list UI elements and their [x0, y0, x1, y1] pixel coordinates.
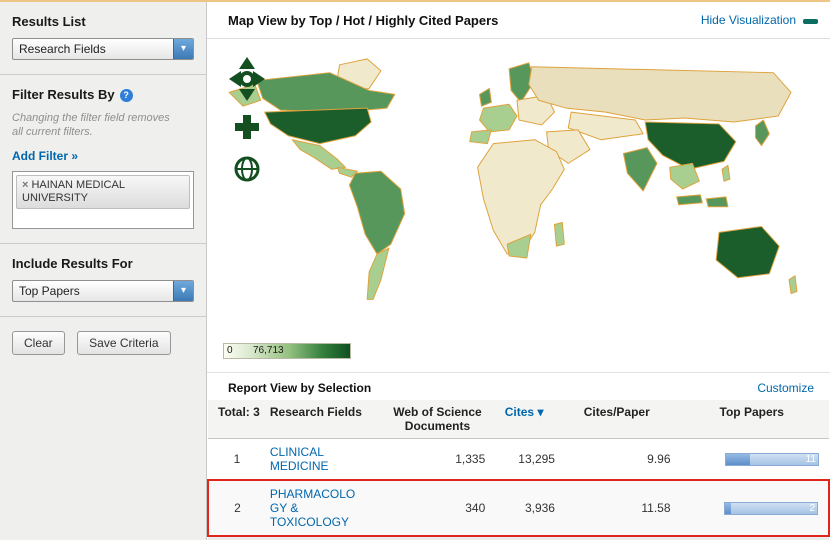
total-count-label: Total: 3 — [208, 400, 266, 439]
sidebar: Results List Research Fields ▾ Filter Re… — [0, 2, 207, 540]
filter-tag-label: HAINAN MEDICAL UNIVERSITY — [22, 179, 125, 205]
map-region-south-america-south[interactable] — [366, 247, 390, 300]
hide-visualization-link[interactable]: Hide Visualization — [701, 13, 796, 27]
map-region-western-europe[interactable] — [479, 103, 518, 133]
pan-center-icon — [239, 71, 255, 87]
map-area — [207, 39, 830, 339]
help-icon[interactable]: ? — [119, 89, 133, 103]
customize-link[interactable]: Customize — [757, 381, 814, 395]
map-region-philippines[interactable] — [721, 164, 731, 182]
column-cites-label: Cites — [504, 405, 535, 419]
docs-value: 340 — [385, 479, 490, 537]
add-filter-link[interactable]: Add Filter » — [12, 149, 78, 163]
row-rank: 2 — [207, 479, 266, 537]
top-papers-bar: 2 — [724, 501, 818, 515]
sort-arrow-icon: ▾ — [537, 405, 544, 419]
include-heading: Include Results For — [12, 256, 133, 272]
map-region-indonesia-east[interactable] — [705, 196, 729, 208]
include-dropdown-value: Top Papers — [19, 284, 80, 299]
report-header: Report View by Selection Customize — [207, 372, 830, 398]
row-rank: 0 — [208, 536, 266, 540]
map-region-south-america-north[interactable] — [348, 170, 406, 255]
map-header: Map View by Top / Hot / Highly Cited Pap… — [207, 2, 830, 39]
sidebar-buttons: Clear Save Criteria — [0, 317, 206, 369]
collapse-minus-icon[interactable] — [803, 19, 818, 24]
cites-value: 39,425 — [489, 536, 559, 540]
column-cites-sortable[interactable]: Cites ▾ — [489, 400, 559, 439]
save-criteria-button[interactable]: Save Criteria — [77, 331, 171, 356]
cites-per-paper-value: 9.96 — [558, 438, 675, 481]
cites-value: 13,295 — [489, 438, 559, 481]
results-list-heading: Results List — [12, 14, 86, 29]
docs-value: 3,853 — [385, 536, 490, 540]
cites-value: 3,936 — [489, 479, 559, 537]
main-panel: Map View by Top / Hot / Highly Cited Pap… — [207, 2, 830, 540]
docs-value: 1,335 — [385, 438, 490, 481]
filter-heading-label: Filter Results By — [12, 87, 115, 102]
map-region-africa[interactable] — [477, 139, 565, 255]
column-wos-documents: Web of Science Documents — [385, 400, 490, 439]
map-region-china[interactable] — [644, 121, 737, 170]
map-region-japan[interactable] — [755, 119, 770, 147]
globe-reset-icon — [234, 156, 260, 182]
map-title: Map View by Top / Hot / Highly Cited Pap… — [228, 13, 499, 28]
top-papers-bar-fill — [725, 502, 732, 514]
column-top-papers: Top Papers — [674, 400, 829, 439]
map-controls[interactable] — [229, 57, 265, 189]
table-row-highlighted: 2 PHARMACOLOGY & TOXICOLOGY 340 3,936 11… — [207, 479, 830, 537]
map-legend: 0 76,713 — [223, 343, 351, 359]
column-research-fields: Research Fields — [265, 400, 386, 439]
zoom-in-icon — [235, 115, 259, 139]
results-list-dropdown-value: Research Fields — [19, 42, 106, 56]
table-header-row: Total: 3 Research Fields Web of Science … — [208, 400, 829, 439]
table-row: 1 CLINICAL MEDICINE 1,335 13,295 9.96 11 — [208, 438, 829, 481]
legend-min-label: 0 — [227, 345, 233, 356]
chevron-down-icon[interactable]: ▾ — [173, 39, 193, 59]
results-list-section: Results List Research Fields ▾ — [0, 2, 206, 75]
clear-button[interactable]: Clear — [12, 331, 65, 356]
map-region-usa[interactable] — [264, 107, 372, 145]
filter-section: Filter Results By? Changing the filter f… — [0, 75, 206, 245]
row-rank: 1 — [208, 438, 266, 481]
filter-tag[interactable]: × HAINAN MEDICAL UNIVERSITY — [16, 175, 190, 210]
remove-filter-icon[interactable]: × — [22, 179, 28, 191]
field-link[interactable]: PHARMACOLOGY & TOXICOLOGY — [270, 487, 364, 529]
map-region-indonesia-west[interactable] — [676, 194, 703, 206]
legend-max-label: 76,713 — [253, 345, 284, 356]
filter-heading: Filter Results By? — [12, 87, 194, 103]
column-cites-per-paper: Cites/Paper — [558, 400, 675, 439]
table-row: 0 ALL FIELDS 3,853 39,425 10.23 42 — [208, 536, 829, 540]
map-region-uk[interactable] — [479, 87, 492, 107]
report-title: Report View by Selection — [228, 381, 372, 395]
world-map[interactable] — [217, 51, 817, 327]
map-region-india[interactable] — [622, 147, 658, 192]
top-papers-count: 11 — [805, 453, 816, 465]
esi-page: Results List Research Fields ▾ Filter Re… — [0, 0, 830, 540]
field-link[interactable]: CLINICAL MEDICINE — [270, 445, 364, 473]
map-region-australia[interactable] — [715, 225, 780, 279]
results-list-dropdown[interactable]: Research Fields ▾ — [12, 38, 194, 60]
map-region-madagascar[interactable] — [553, 222, 565, 247]
filter-note: Changing the filter field removes all cu… — [12, 112, 170, 139]
top-papers-bar-fill — [726, 453, 750, 465]
chevron-down-icon[interactable]: ▾ — [173, 281, 193, 302]
pan-control-icon — [229, 57, 265, 101]
map-region-mexico[interactable] — [291, 139, 346, 170]
include-dropdown[interactable]: Top Papers ▾ — [12, 280, 194, 303]
filter-box: × HAINAN MEDICAL UNIVERSITY — [12, 171, 194, 230]
cites-per-paper-value: 11.58 — [558, 479, 675, 537]
top-papers-count: 2 — [809, 502, 815, 514]
cites-per-paper-value: 10.23 — [558, 536, 675, 540]
map-region-russia[interactable] — [528, 66, 792, 123]
report-table: Total: 3 Research Fields Web of Science … — [207, 400, 830, 540]
include-section: Include Results For Top Papers ▾ — [0, 244, 206, 318]
map-region-iberia[interactable] — [469, 129, 492, 145]
top-papers-bar: 11 — [725, 452, 819, 466]
map-region-new-zealand[interactable] — [788, 275, 798, 294]
